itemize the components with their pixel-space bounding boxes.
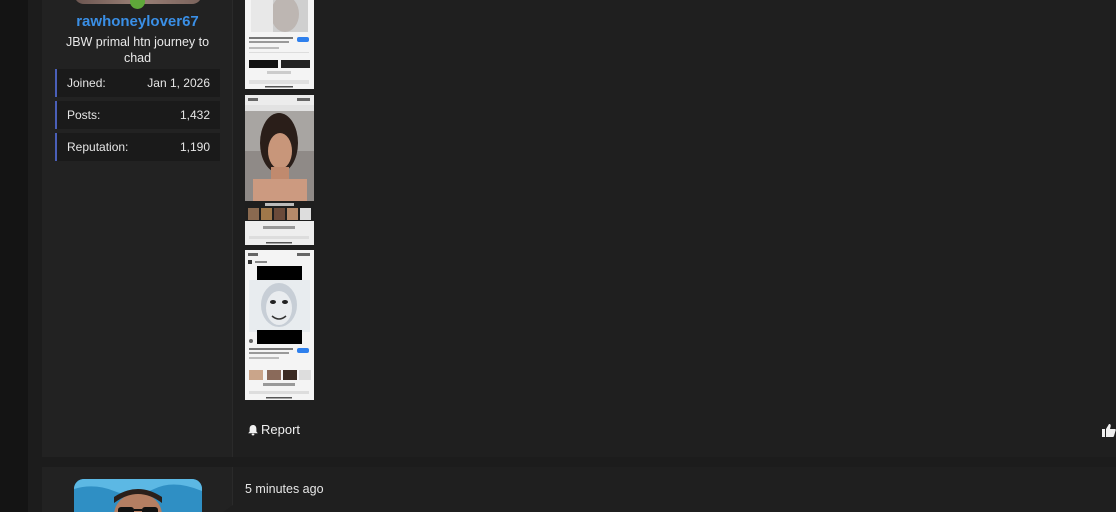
bell-icon <box>248 424 258 435</box>
stat-value: Jan 1, 2026 <box>147 76 210 90</box>
message-body: Report <box>233 0 1116 457</box>
user-info-panel <box>42 467 233 512</box>
attachment-thumbnail[interactable] <box>245 250 314 400</box>
stat-reputation: Reputation: 1,190 <box>55 133 220 161</box>
online-status-indicator <box>130 0 145 9</box>
user-info-panel: rawhoneylover67 JBW primal htn journey t… <box>42 0 233 457</box>
stat-joined: Joined: Jan 1, 2026 <box>55 69 220 97</box>
message-body: 5 minutes ago <box>233 467 1116 512</box>
post: 5 minutes ago <box>42 467 1116 512</box>
left-gutter <box>0 0 28 512</box>
post: rawhoneylover67 JBW primal htn journey t… <box>42 0 1116 457</box>
attachment-thumbnail[interactable] <box>245 0 314 89</box>
user-title: JBW primal htn journey to chad <box>65 35 210 65</box>
stat-posts: Posts: 1,432 <box>55 101 220 129</box>
stat-label: Reputation: <box>67 140 129 154</box>
stat-label: Posts: <box>67 108 101 122</box>
message-arrow <box>222 505 233 512</box>
thread-page: rawhoneylover67 JBW primal htn journey t… <box>28 0 1116 512</box>
avatar[interactable] <box>74 479 202 512</box>
attachment-thumbnail[interactable] <box>245 95 314 245</box>
report-label: Report <box>261 422 301 437</box>
stat-label: Joined: <box>67 76 106 90</box>
report-button[interactable]: Report <box>247 422 300 437</box>
username-link[interactable]: rawhoneylover67 <box>42 13 233 30</box>
like-icon[interactable] <box>1102 423 1116 437</box>
stat-value: 1,190 <box>179 140 210 154</box>
post-timestamp[interactable]: 5 minutes ago <box>245 482 324 496</box>
stat-value: 1,432 <box>179 108 210 122</box>
